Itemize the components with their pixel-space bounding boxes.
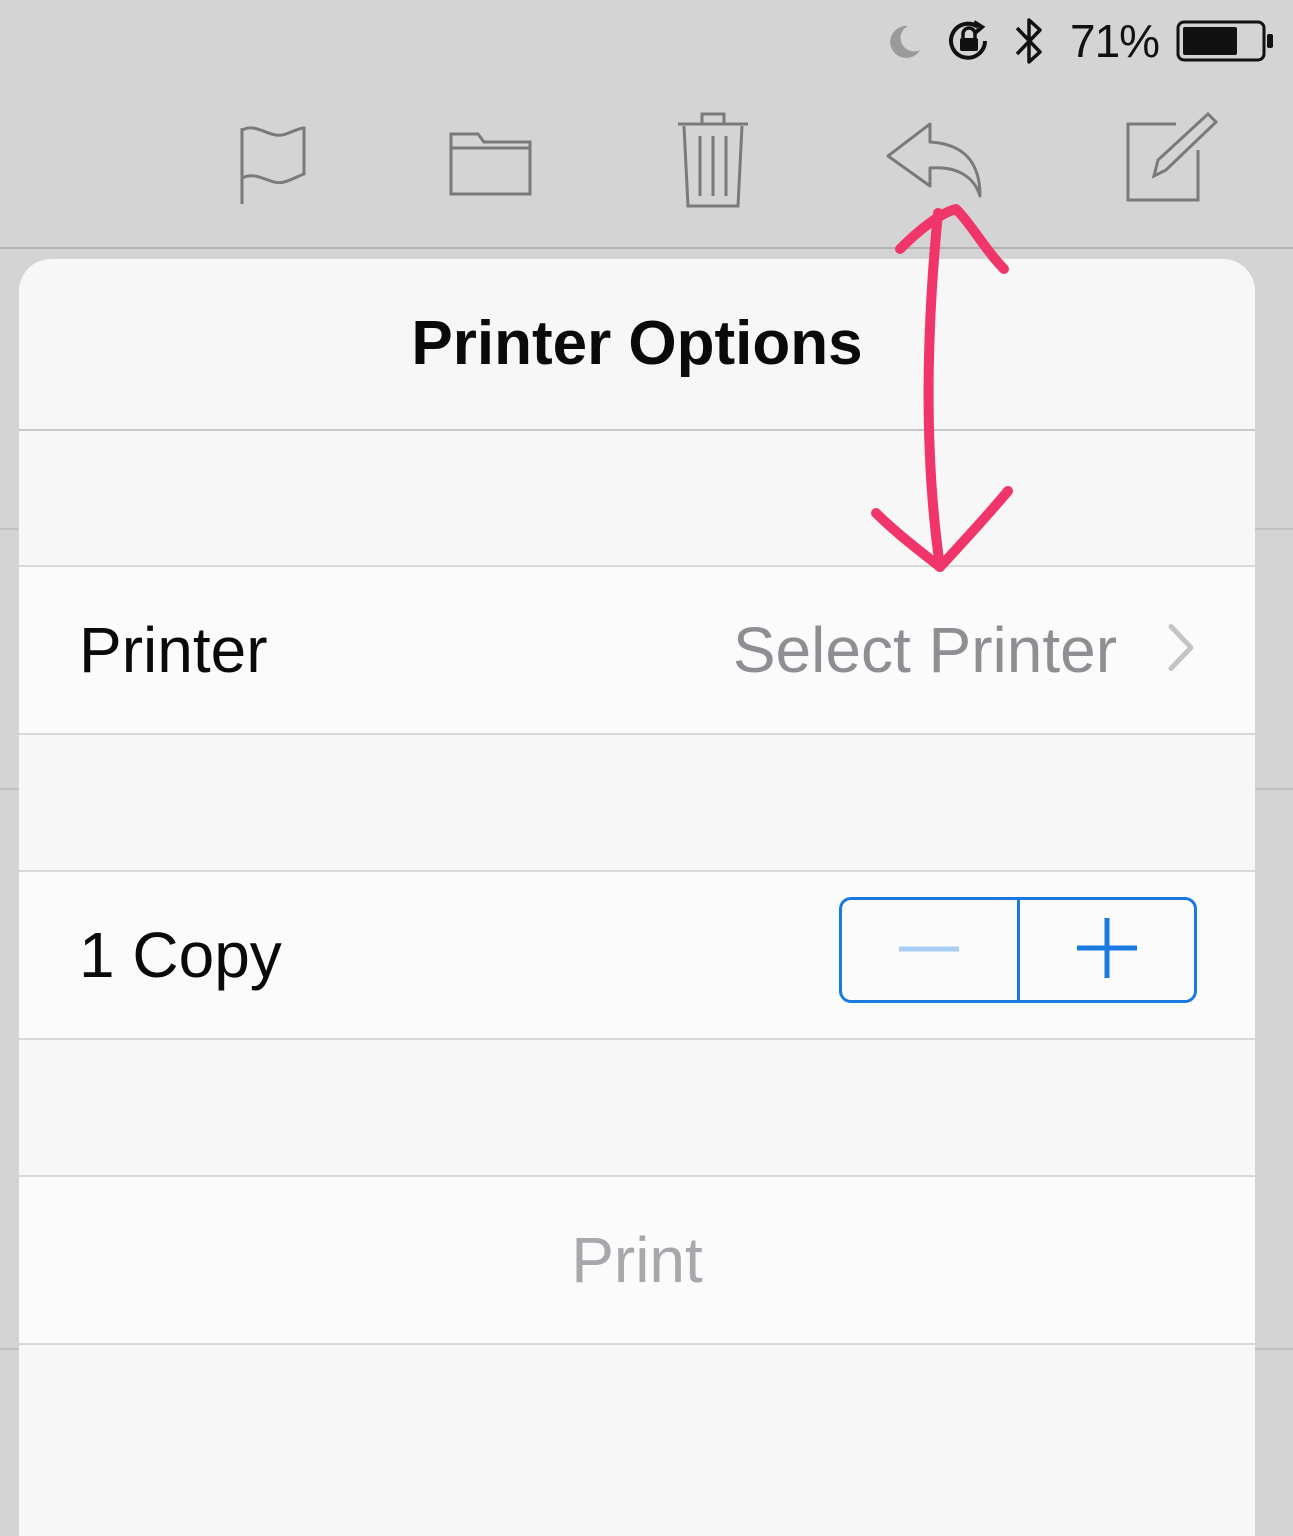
plus-icon: [1075, 916, 1139, 985]
rotation-lock-icon: [944, 16, 994, 71]
reply-icon[interactable]: [884, 120, 988, 205]
printer-options-popover: Printer Options Printer Select Printer 1…: [19, 259, 1255, 1536]
compose-icon[interactable]: [1124, 110, 1220, 209]
copies-row: 1 Copy: [19, 870, 1255, 1040]
bluetooth-icon: [1012, 14, 1046, 73]
chevron-right-icon: [1165, 623, 1197, 678]
battery-icon: [1176, 20, 1276, 67]
moon-icon: [884, 22, 924, 67]
print-row[interactable]: Print: [19, 1175, 1255, 1345]
copies-stepper[interactable]: [839, 897, 1197, 1003]
flag-icon[interactable]: [236, 122, 312, 211]
status-bar: 71%: [0, 0, 1293, 80]
copies-label: 1 Copy: [79, 919, 282, 991]
printer-row[interactable]: Printer Select Printer: [19, 565, 1255, 735]
mail-toolbar: [0, 80, 1293, 249]
popover-title: Printer Options: [411, 308, 863, 378]
decrement-button[interactable]: [842, 900, 1017, 1000]
printer-label: Printer: [79, 614, 268, 686]
popover-header: Printer Options: [19, 259, 1255, 431]
folder-icon[interactable]: [448, 126, 534, 203]
minus-icon: [897, 941, 961, 959]
trash-icon[interactable]: [676, 110, 750, 217]
increment-button[interactable]: [1016, 900, 1195, 1000]
select-printer-value: Select Printer: [732, 614, 1117, 686]
print-button[interactable]: Print: [19, 1223, 1255, 1297]
screen: 71% Printer Options Printer Select Print…: [0, 0, 1293, 1536]
battery-percentage: 71%: [1070, 15, 1160, 67]
